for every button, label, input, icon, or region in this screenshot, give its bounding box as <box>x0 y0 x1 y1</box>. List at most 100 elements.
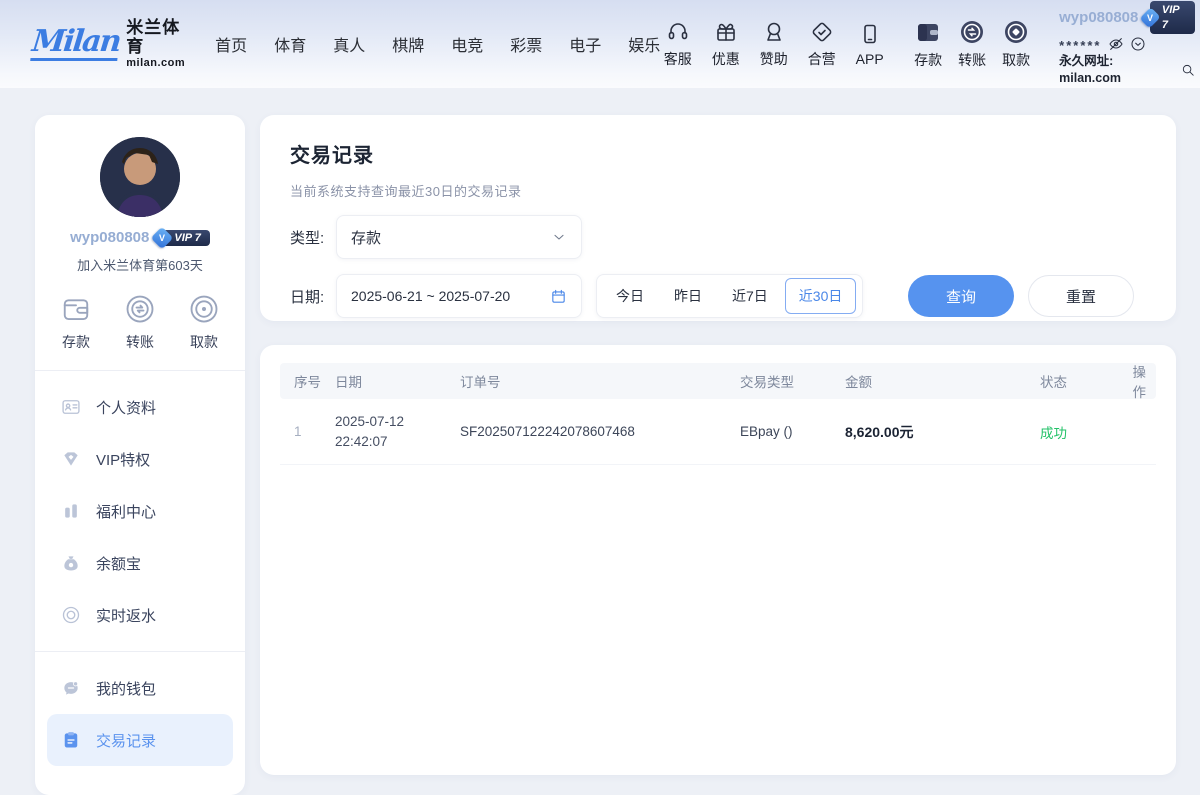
page: Milan 米兰体育 milan.com 首页 体育 真人 棋牌 电竞 彩票 电… <box>0 0 1200 756</box>
cell-date: 2025-07-12 22:42:07 <box>335 412 460 451</box>
sidebar: wyp080808 V VIP 7 加入米兰体育第603天 存款 转账 <box>35 115 245 795</box>
chevron-down-icon <box>551 229 567 245</box>
headset-icon <box>666 20 690 44</box>
cell-type: EBpay () <box>740 424 845 439</box>
quick-actions: 存款 转账 取款 <box>35 274 245 370</box>
sidebar-menu: 个人资料 VIP特权 福利中心 余额宝 <box>35 371 245 651</box>
nav-home[interactable]: 首页 <box>215 32 247 56</box>
gift-icon <box>714 20 738 44</box>
piggy-bank-icon <box>61 678 81 698</box>
records-table-panel: 序号 日期 订单号 交易类型 金额 状态 操作 1 2025-07-12 22:… <box>260 345 1176 775</box>
date-range-value: 2025-06-21 ~ 2025-07-20 <box>351 288 510 304</box>
customer-service-button[interactable]: 客服 <box>660 20 695 69</box>
cell-index: 1 <box>280 424 335 439</box>
withdraw-button[interactable]: 取款 <box>998 19 1034 70</box>
transfer-button[interactable]: 转账 <box>954 19 990 70</box>
main-nav: 首页 体育 真人 棋牌 电竞 彩票 电子 娱乐 <box>215 32 660 56</box>
permanent-url: 永久网址: milan.com <box>1059 53 1178 87</box>
sponsorship-button[interactable]: 赞助 <box>756 20 791 69</box>
date-range-input[interactable]: 2025-06-21 ~ 2025-07-20 <box>336 274 582 318</box>
sidebar-item-profile[interactable]: 个人资料 <box>47 381 233 433</box>
col-status: 状态 <box>1040 371 1120 391</box>
preset-last-30-days[interactable]: 近30日 <box>785 278 857 314</box>
type-select-value: 存款 <box>351 227 381 248</box>
welfare-icon <box>61 501 81 521</box>
col-date: 日期 <box>335 371 460 391</box>
status-badge: 成功 <box>1040 422 1120 442</box>
sidebar-item-welfare[interactable]: 福利中心 <box>47 485 233 537</box>
col-action: 操作 <box>1120 361 1156 401</box>
nav-esports[interactable]: 电竞 <box>451 32 483 56</box>
wallet-shortcuts: 存款 转账 取款 <box>910 19 1034 70</box>
nav-live-casino[interactable]: 真人 <box>333 32 365 56</box>
logo-domain: milan.com <box>126 57 185 69</box>
quick-transfer[interactable]: 转账 <box>125 294 155 352</box>
logo-title: 米兰体育 <box>126 19 185 56</box>
award-icon <box>762 20 786 44</box>
preset-last-7-days[interactable]: 近7日 <box>719 279 781 313</box>
type-select[interactable]: 存款 <box>336 215 582 259</box>
logo-script-text: Milan <box>30 27 121 61</box>
col-index: 序号 <box>280 371 335 391</box>
eye-off-icon[interactable] <box>1108 36 1124 52</box>
type-filter-row: 类型: 存款 <box>290 215 1146 259</box>
nav-board-games[interactable]: 棋牌 <box>392 32 424 56</box>
sidebar-item-vip[interactable]: VIP特权 <box>47 433 233 485</box>
cell-amount: 8,620.00元 <box>845 422 1040 442</box>
promotions-button[interactable]: 优惠 <box>708 20 743 69</box>
username: wyp080808 <box>1059 8 1138 28</box>
chevron-down-circle-icon[interactable] <box>1130 36 1146 52</box>
profile-avatar[interactable] <box>100 137 180 217</box>
transfer-icon <box>125 294 155 324</box>
nav-lottery[interactable]: 彩票 <box>510 32 542 56</box>
deposit-wallet-icon <box>915 19 941 45</box>
date-range-presets: 今日 昨日 近7日 近30日 <box>596 274 863 318</box>
search-icon[interactable] <box>1181 63 1195 77</box>
wallet-icon <box>61 294 91 324</box>
sidebar-item-transaction-records[interactable]: 交易记录 <box>47 714 233 766</box>
page-title: 交易记录 <box>290 139 1146 168</box>
vip-badge: V VIP 7 <box>1143 1 1194 35</box>
profile-avatar-image <box>100 137 180 217</box>
quick-deposit[interactable]: 存款 <box>61 294 91 352</box>
partnership-button[interactable]: 合营 <box>804 20 839 69</box>
deposit-button[interactable]: 存款 <box>910 19 946 70</box>
masked-balance: ****** <box>1059 35 1101 52</box>
withdraw-icon <box>1003 19 1029 45</box>
rebate-icon <box>61 605 81 625</box>
transfer-icon <box>959 19 985 45</box>
mobile-icon <box>858 22 882 46</box>
type-label: 类型: <box>290 227 336 248</box>
sidebar-menu-wallet: 我的钱包 交易记录 <box>35 652 245 776</box>
sidebar-item-my-wallet[interactable]: 我的钱包 <box>47 662 233 714</box>
query-button[interactable]: 查询 <box>908 275 1014 317</box>
id-card-icon <box>61 397 81 417</box>
profile-vip-badge: V VIP 7 <box>154 230 210 246</box>
nav-entertainment[interactable]: 娱乐 <box>628 32 660 56</box>
handshake-icon <box>810 20 834 44</box>
user-info: wyp080808 V VIP 7 ****** 永久网 <box>1059 1 1195 87</box>
preset-yesterday[interactable]: 昨日 <box>661 279 715 313</box>
nav-slots[interactable]: 电子 <box>569 32 601 56</box>
nav-sports[interactable]: 体育 <box>274 32 306 56</box>
sidebar-item-rebate[interactable]: 实时返水 <box>47 589 233 641</box>
site-logo[interactable]: Milan 米兰体育 milan.com <box>32 19 185 68</box>
clipboard-icon <box>61 730 81 750</box>
sidebar-item-yuebao[interactable]: 余额宝 <box>47 537 233 589</box>
reset-button[interactable]: 重置 <box>1028 275 1134 317</box>
calendar-icon <box>550 288 567 305</box>
date-label: 日期: <box>290 286 336 307</box>
money-bag-icon <box>61 553 81 573</box>
preset-today[interactable]: 今日 <box>603 279 657 313</box>
join-days-text: 加入米兰体育第603天 <box>35 255 245 274</box>
table-row: 1 2025-07-12 22:42:07 SF2025071222420786… <box>280 399 1156 465</box>
profile-username: wyp080808 <box>70 229 149 246</box>
topbar-right: 客服 优惠 赞助 合营 <box>660 1 1200 87</box>
gem-icon <box>61 449 81 469</box>
filter-panel: 交易记录 当前系统支持查询最近30日的交易记录 类型: 存款 日期: 2025-… <box>260 115 1176 321</box>
date-filter-row: 日期: 2025-06-21 ~ 2025-07-20 今日 昨日 近7日 近3… <box>290 274 1146 318</box>
quick-withdraw[interactable]: 取款 <box>189 294 219 352</box>
col-amount: 金额 <box>845 371 1040 391</box>
withdraw-icon <box>189 294 219 324</box>
app-download-button[interactable]: APP <box>852 22 887 67</box>
